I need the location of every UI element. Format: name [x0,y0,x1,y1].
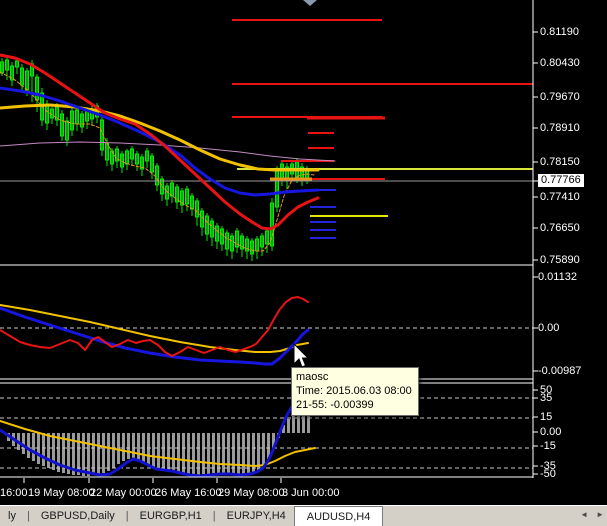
price-tick-label: 0.78910 [540,122,580,134]
chart-tab-eurgbp-h1[interactable]: EURGBP,H1 [132,506,210,526]
oscillator-tick-label: -0.00987 [538,365,582,377]
top-marker-icon [303,0,317,6]
chart-canvas[interactable] [0,0,607,526]
time-tick-label: 26 May 16:00 [155,487,222,499]
ma-orange [0,71,315,252]
tooltip-value: 21-55: -0.00399 [296,399,374,411]
time-tick-label: 29 May 08:00 [218,487,285,499]
time-tick-label: 22 May 00:00 [90,487,157,499]
indicator-tooltip: maosc Time: 2015.06.03 08:00 21-55: -0.0… [291,367,419,416]
histogram-panel [0,388,533,478]
chart-tab-bar: ly | GBPUSD,Daily | EURGBP,H1 | EURJPY,H4 AUDUS… [0,505,607,526]
tooltip-time: Time: 2015.06.03 08:00 [296,385,412,397]
histogram-tick-label: 0.00 [540,426,562,438]
level-segments [0,19,533,239]
oscillator-panel [0,296,533,366]
time-tick-label: 19 May 08:00 [28,487,95,499]
oscillator-tick-label: 0.00 [538,322,560,334]
price-tick-label: 0.75890 [540,254,580,266]
ma-purple [0,141,336,162]
histogram-tick-label: 35 [540,392,553,404]
histogram-tick-label: 15 [540,411,553,423]
price-tick-label: 0.79670 [540,91,580,103]
mt4-chart-window: 0.81190 0.80430 0.79670 0.78910 0.78150 0.774… [0,0,607,526]
chart-tab-ly[interactable]: ly [0,506,24,526]
histogram-tick-label: -50 [540,468,556,480]
current-price-badge: 0.77766 [538,174,584,187]
tab-separator: | [125,510,129,522]
oscillator-tick-label: 0.01132 [538,271,577,283]
price-tick-label: 0.77410 [540,191,580,203]
price-tick-label: 0.78150 [540,156,580,168]
histogram-tick-label: -15 [540,440,556,452]
time-tick-label: 16:00 [0,487,28,499]
price-tick-label: 0.81190 [540,26,579,38]
tab-separator: | [212,510,216,522]
tab-scroll-buttons: ◄ ► [580,511,604,519]
tab-scroll-right-button[interactable]: ► [596,511,604,519]
chart-tab-eurjpy-h4[interactable]: EURJPY,H4 [219,506,294,526]
price-tick-label: 0.80430 [540,57,580,69]
chart-tab-gbpusd-daily[interactable]: GBPUSD,Daily [33,506,123,526]
time-tick-label: 3 Jun 00:00 [282,487,340,499]
tab-scroll-left-button[interactable]: ◄ [580,511,588,519]
price-tick-label: 0.76650 [540,222,580,234]
axis-ticks [23,31,538,483]
candlestick-series [0,56,309,261]
tab-separator: | [26,510,30,522]
tooltip-indicator-name: maosc [296,371,329,383]
chart-tab-audusd-h4[interactable]: AUDUSD,H4 [293,506,384,526]
